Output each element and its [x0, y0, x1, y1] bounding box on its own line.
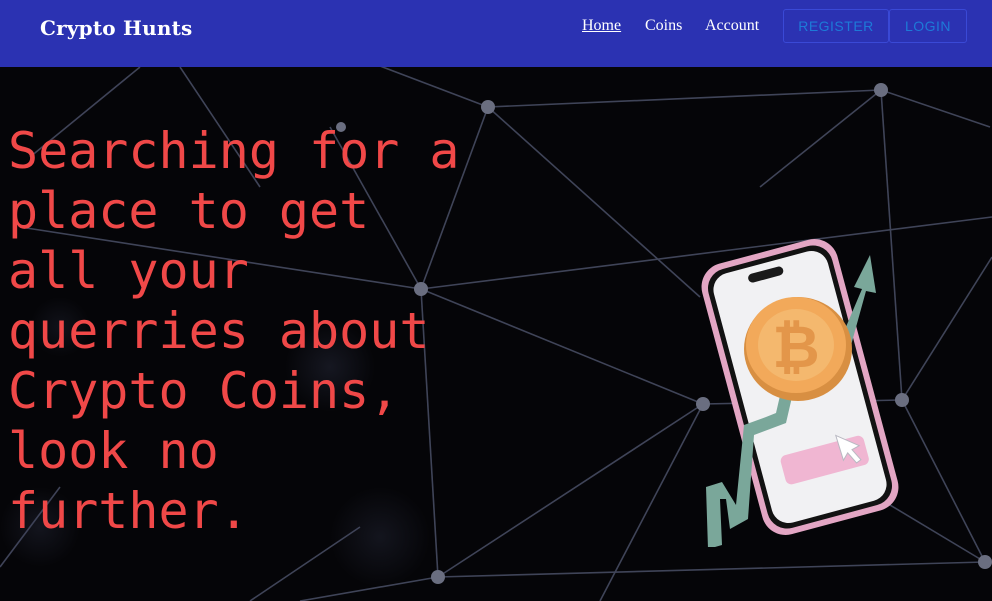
brand-logo[interactable]: Crypto Hunts — [40, 16, 192, 40]
svg-text:₿: ₿ — [772, 313, 819, 381]
smartphone-illustration: ₿ — [701, 239, 899, 547]
bitcoin-coin-icon: ₿ — [744, 297, 852, 401]
hero-headline: Searching for a place to get all your qu… — [8, 122, 460, 540]
nav-link-account[interactable]: Account — [705, 17, 759, 35]
register-button[interactable]: REGISTER — [783, 9, 889, 43]
login-button[interactable]: LOGIN — [889, 9, 967, 43]
nav-link-coins[interactable]: Coins — [645, 17, 682, 35]
nav-link-home[interactable]: Home — [582, 17, 621, 35]
hero-section: Searching for a place to get all your qu… — [0, 67, 992, 601]
navbar: Crypto Hunts Home Coins Account REGISTER… — [0, 0, 992, 67]
